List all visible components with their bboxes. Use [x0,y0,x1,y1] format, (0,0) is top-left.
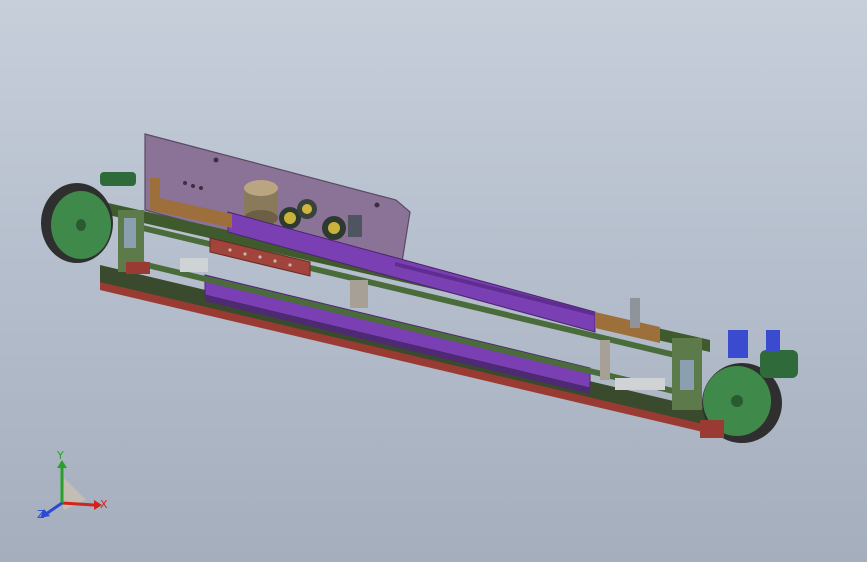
z-axis-label: Z [37,508,45,521]
x-axis-line [61,501,95,507]
cad-viewport[interactable]: X Y Z [0,0,867,562]
axis-triad: X Y Z [37,449,108,521]
y-axis-label: Y [56,449,64,462]
x-axis-label: X [100,498,108,511]
z-axis-line [45,501,63,516]
